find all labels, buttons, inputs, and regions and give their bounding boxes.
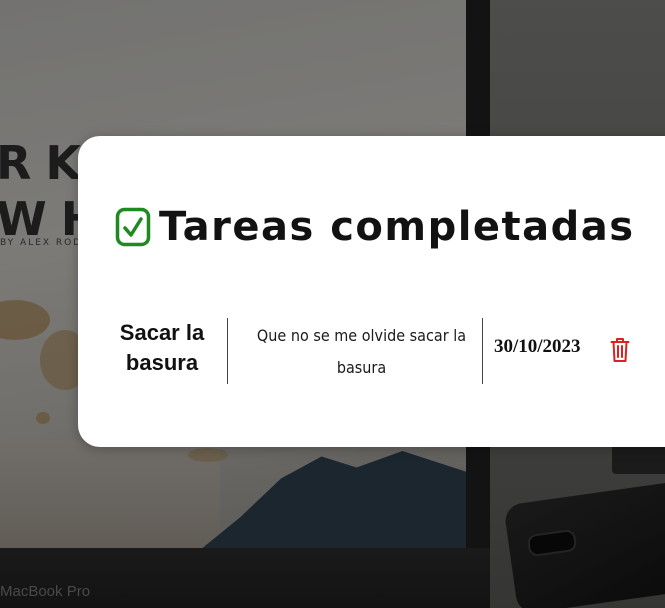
column-divider xyxy=(227,318,228,384)
trash-icon[interactable] xyxy=(610,337,630,363)
completed-tasks-panel: Tareas completadas Sacar la basura Que n… xyxy=(78,136,665,447)
task-date: 30/10/2023 xyxy=(494,336,581,357)
checkbox-checked-icon xyxy=(115,207,151,247)
panel-title: Tareas completadas xyxy=(159,204,635,250)
task-name: Sacar la basura xyxy=(119,320,205,375)
panel-header: Tareas completadas xyxy=(115,198,635,256)
task-row: Sacar la basura Que no se me olvide saca… xyxy=(102,314,630,386)
task-description: Que no se me olvide sacar la basura xyxy=(256,326,467,377)
column-divider xyxy=(482,318,483,384)
